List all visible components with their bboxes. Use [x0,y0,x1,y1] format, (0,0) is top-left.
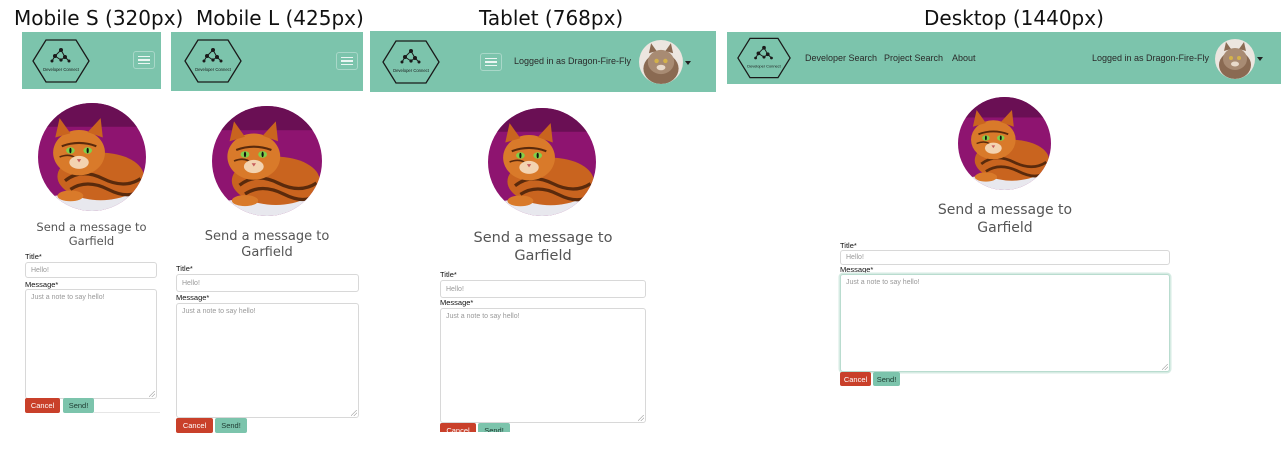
message-label: Message* [25,280,59,289]
logo-text: Developer Connect [43,67,80,72]
logo-text: Developer Connect [747,63,781,68]
heading-line2: Garfield [514,248,572,265]
title-input[interactable]: Hello! [25,262,157,278]
message-placeholder: Just a note to say hello! [846,279,920,286]
title-input[interactable]: Hello! [440,280,646,298]
panel-title-mobile-l: Mobile L (425px) [196,6,364,30]
logo-icon[interactable]: Developer Connect [381,39,441,85]
page-heading: Send a message to Garfield [443,229,643,265]
cancel-button[interactable]: Cancel [176,418,213,433]
message-label: Message* [176,293,210,302]
resize-handle[interactable] [638,415,644,421]
heading-line2: Garfield [68,234,115,249]
title-input[interactable]: Hello! [176,274,359,292]
send-button[interactable]: Send! [478,423,510,432]
message-textarea[interactable]: Just a note to say hello! [25,289,157,399]
message-textarea[interactable]: Just a note to say hello! [176,303,359,418]
send-button[interactable]: Send! [215,418,247,433]
cancel-button[interactable]: Cancel [840,372,871,386]
resize-handle[interactable] [351,410,357,416]
hamburger-menu-icon[interactable] [336,52,358,70]
logo-text: Developer Connect [393,68,430,73]
logo-icon[interactable]: Developer Connect [736,36,792,80]
user-avatar[interactable] [639,40,683,84]
buttons-clipped: Cancel Send! [438,422,518,432]
caret-down-icon[interactable] [685,61,691,65]
nav-link-about[interactable]: About [952,53,976,63]
message-textarea[interactable]: Just a note to say hello! [840,274,1170,372]
user-avatar[interactable] [1215,39,1255,79]
profile-avatar [958,97,1051,190]
title-label: Title* [25,252,42,261]
logged-in-text: Logged in as Dragon-Fire-Fly [1092,53,1210,63]
message-placeholder: Just a note to say hello! [182,308,256,315]
cancel-button[interactable]: Cancel [440,423,476,432]
logo-icon[interactable]: Developer Connect [31,38,91,84]
profile-avatar [212,106,322,216]
heading-line1: Send a message to [473,230,613,246]
message-textarea[interactable]: Just a note to say hello! [440,308,646,423]
send-button[interactable]: Send! [63,398,94,413]
resize-handle[interactable] [149,391,155,397]
heading-line1: Send a message to [204,229,330,244]
message-placeholder: Just a note to say hello! [446,313,520,320]
heading-line1: Send a message to [937,202,1073,218]
page-heading: Send a message to Garfield [171,229,363,262]
title-input[interactable]: Hello! [840,250,1170,265]
heading-line1: Send a message to [36,220,147,234]
nav-link-project-search[interactable]: Project Search [884,53,943,63]
panel-title-desktop: Desktop (1440px) [924,6,1104,30]
logo-text: Developer Connect [195,67,232,72]
message-placeholder: Just a note to say hello! [31,294,105,301]
nav-link-developer-search[interactable]: Developer Search [805,53,877,63]
send-button[interactable]: Send! [873,372,900,386]
panel-title-tablet: Tablet (768px) [479,6,624,30]
heading-line2: Garfield [241,245,293,261]
cancel-button[interactable]: Cancel [25,398,60,413]
hamburger-menu-icon[interactable] [133,51,155,69]
resize-handle[interactable] [1162,364,1168,370]
page-heading: Send a message to Garfield [22,220,161,249]
message-label: Message* [440,298,474,307]
title-label: Title* [840,241,857,250]
logo-icon[interactable]: Developer Connect [183,38,243,84]
heading-line2: Garfield [977,219,1033,236]
profile-avatar [488,108,596,216]
logged-in-text: Logged in as Dragon-Fire-Fly [514,56,632,66]
title-label: Title* [176,264,193,273]
caret-down-icon[interactable] [1257,57,1263,61]
divider [94,412,160,413]
panel-title-mobile-s: Mobile S (320px) [14,6,184,30]
message-label: Message* [840,265,874,274]
profile-avatar [38,103,146,211]
page-heading: Send a message to Garfield [905,202,1105,237]
title-label: Title* [440,270,457,279]
hamburger-menu-icon[interactable] [480,53,502,71]
